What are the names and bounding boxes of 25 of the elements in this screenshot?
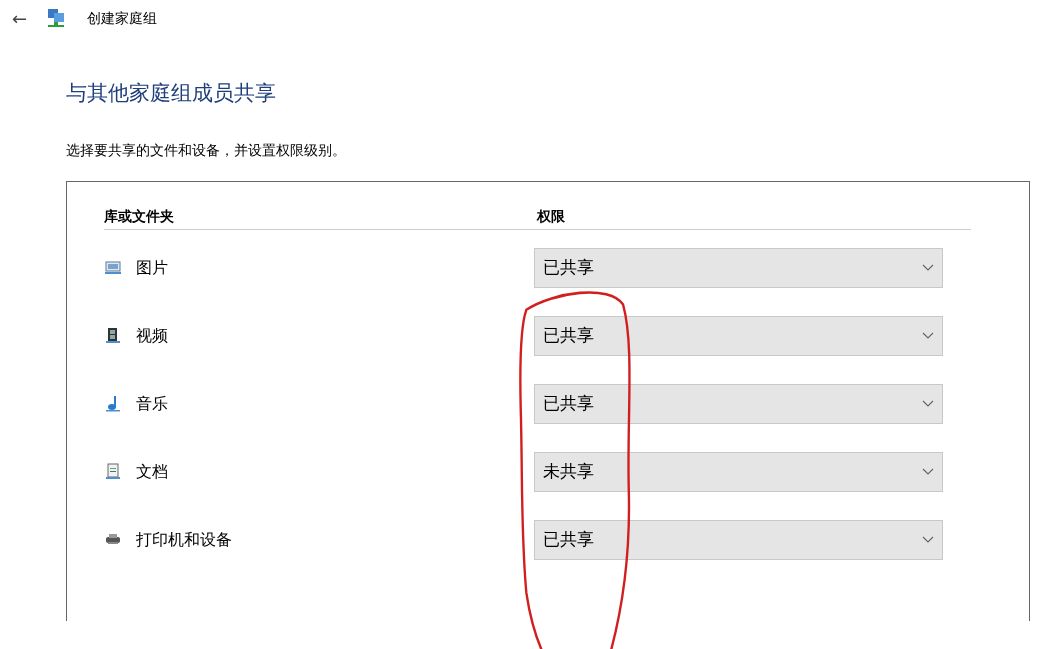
library-name: 打印机和设备 <box>136 528 232 551</box>
column-header: 库或文件夹 <box>104 206 175 226</box>
film-icon <box>104 327 122 344</box>
library-name: 文档 <box>136 460 168 483</box>
description-text: 选择要共享的文件和设备，并设置权限级别。 <box>66 140 347 160</box>
permission-dropdown[interactable]: 已共享 <box>534 519 943 560</box>
chevron-down-icon <box>922 399 934 408</box>
monitor-icon <box>104 259 122 276</box>
document-icon <box>104 463 122 480</box>
chevron-down-icon <box>922 331 934 340</box>
library-name: 音乐 <box>136 392 168 415</box>
library-name: 视频 <box>136 324 168 347</box>
music-note-icon <box>104 395 122 412</box>
permission-dropdown[interactable]: 已共享 <box>534 247 943 288</box>
window-title: 创建家庭组 <box>87 8 158 28</box>
section-heading: 与其他家庭组成员共享 <box>66 80 277 107</box>
permission-dropdown[interactable]: 已共享 <box>534 383 943 424</box>
column-header: 权限 <box>537 206 565 226</box>
chevron-down-icon <box>922 263 934 272</box>
permission-dropdown[interactable]: 未共享 <box>534 451 943 492</box>
permission-dropdown[interactable]: 已共享 <box>534 315 943 356</box>
chevron-down-icon <box>922 467 934 476</box>
library-name: 图片 <box>136 256 168 279</box>
back-button[interactable]: ← <box>12 4 28 32</box>
chevron-down-icon <box>922 535 934 544</box>
